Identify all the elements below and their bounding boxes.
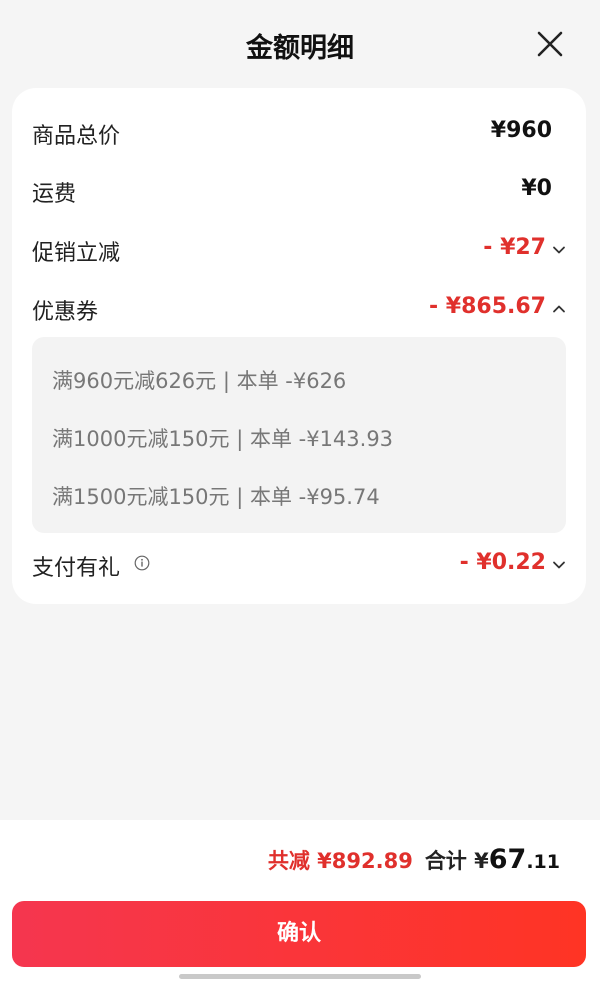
page-title: 金额明细 <box>246 33 354 64</box>
goods-total-value: ¥960 <box>490 118 552 143</box>
info-icon[interactable] <box>134 555 150 571</box>
home-indicator <box>179 974 421 979</box>
pay-gift-label: 支付有礼 <box>32 556 121 581</box>
sheet-header: 金额明细 <box>0 0 600 88</box>
chevron-up-icon[interactable] <box>552 302 566 316</box>
amount-detail-sheet: 金额明细 商品总价 ¥960 运费 ¥0 促销立减 - ¥27 优惠券 - ¥8… <box>0 0 600 981</box>
sum-decimal: .11 <box>526 851 560 873</box>
sum-integer: 67 <box>488 844 527 875</box>
totals: 共减 ¥892.89 合计 ¥67.11 <box>268 844 560 880</box>
confirm-button[interactable]: 确认 <box>12 901 586 967</box>
row-pay-gift[interactable]: 支付有礼 - ¥0.22 <box>12 544 586 584</box>
coupon-value: - ¥865.67 <box>429 294 546 319</box>
coupon-list: 满960元减626元 | 本单 -¥626 满1000元减150元 | 本单 -… <box>32 337 566 533</box>
promo-value: - ¥27 <box>483 235 546 260</box>
coupon-item: 满1000元减150元 | 本单 -¥143.93 <box>52 427 394 451</box>
detail-card: 商品总价 ¥960 运费 ¥0 促销立减 - ¥27 优惠券 - ¥865.67… <box>12 88 586 604</box>
row-shipping: 运费 ¥0 <box>12 170 586 210</box>
pay-gift-value: - ¥0.22 <box>459 550 546 575</box>
row-goods-total: 商品总价 ¥960 <box>12 112 586 152</box>
shipping-value: ¥0 <box>521 176 552 201</box>
sum-label: 合计 ¥ <box>424 849 489 873</box>
promo-label: 促销立减 <box>32 241 121 266</box>
coupon-item: 满1500元减150元 | 本单 -¥95.74 <box>52 485 380 509</box>
close-icon[interactable] <box>536 30 564 58</box>
total-reduction: 共减 ¥892.89 <box>267 849 413 873</box>
chevron-down-icon[interactable] <box>552 243 566 257</box>
goods-total-label: 商品总价 <box>32 124 121 149</box>
shipping-label: 运费 <box>32 182 77 207</box>
footer-bar: 共减 ¥892.89 合计 ¥67.11 确认 <box>0 820 600 981</box>
chevron-down-icon[interactable] <box>552 558 566 572</box>
coupon-label: 优惠券 <box>32 300 99 325</box>
row-coupon[interactable]: 优惠券 - ¥865.67 <box>12 288 586 328</box>
row-promo[interactable]: 促销立减 - ¥27 <box>12 229 586 269</box>
coupon-item: 满960元减626元 | 本单 -¥626 <box>52 369 347 393</box>
